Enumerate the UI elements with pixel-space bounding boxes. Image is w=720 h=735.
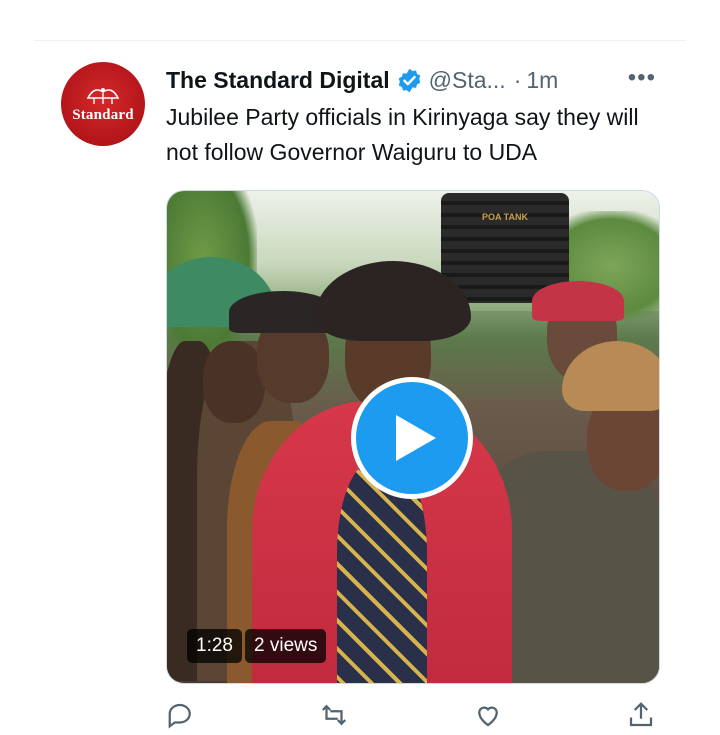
play-button[interactable] [351, 377, 473, 499]
video-player[interactable]: POA TANK 1:28 2 views [166, 190, 660, 684]
video-cap [532, 281, 624, 321]
tank-label: POA TANK [482, 212, 528, 222]
author-name[interactable]: The Standard Digital [166, 67, 390, 94]
author-handle[interactable]: @Sta... [429, 67, 506, 94]
verified-badge-icon [398, 68, 420, 92]
avatar[interactable]: Standard [61, 62, 145, 146]
tweet-text: Jubilee Party officials in Kirinyaga say… [166, 104, 639, 165]
video-views: 2 views [245, 629, 327, 663]
top-divider [34, 40, 686, 41]
tweet-header: The Standard Digital @Sta... · 1m [166, 62, 660, 98]
tweet-actions [166, 700, 656, 729]
play-icon [396, 415, 436, 461]
video-duration: 1:28 [187, 629, 242, 663]
more-dots-icon[interactable]: ••• [628, 66, 656, 90]
avatar-brand-text: Standard [72, 107, 134, 123]
separator-dot: · [513, 66, 522, 93]
tweet-timestamp[interactable]: 1m [526, 67, 558, 94]
crest-icon [86, 88, 120, 104]
video-person-head [203, 341, 265, 423]
